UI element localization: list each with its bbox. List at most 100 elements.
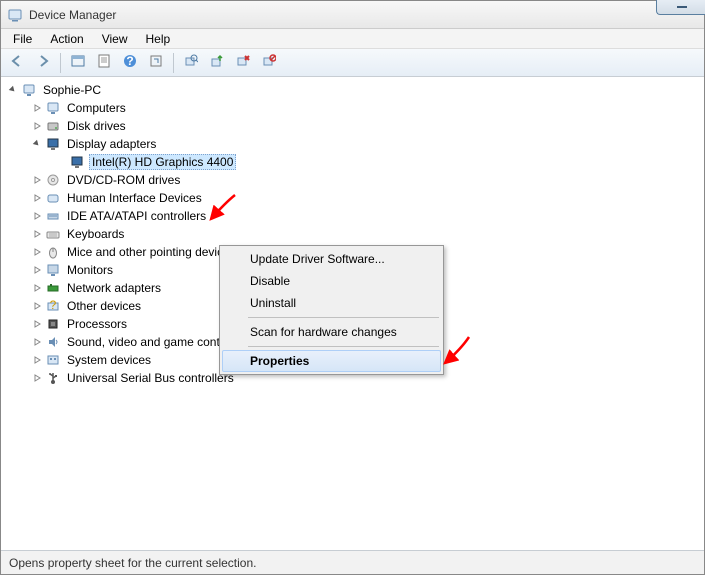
tree-category-ide[interactable]: IDE ATA/ATAPI controllers: [1, 207, 704, 225]
expand-toggle[interactable]: [31, 300, 43, 312]
menu-help[interactable]: Help: [138, 31, 179, 47]
tree-label: Sophie-PC: [41, 83, 103, 97]
mouse-icon: [45, 244, 61, 260]
tree-label: DVD/CD-ROM drives: [65, 173, 182, 187]
context-menu-separator: [248, 317, 439, 318]
forward-icon: [36, 55, 50, 70]
window-control-fragment[interactable]: [656, 0, 705, 15]
expand-toggle: [55, 156, 67, 168]
toolbar-scan-hardware-button[interactable]: [179, 52, 203, 74]
context-menu-item[interactable]: Properties: [222, 350, 441, 372]
tree-label: Network adapters: [65, 281, 163, 295]
computer-icon: [21, 82, 37, 98]
expand-toggle[interactable]: [31, 120, 43, 132]
status-bar: Opens property sheet for the current sel…: [1, 550, 704, 574]
tree-category-hid[interactable]: Human Interface Devices: [1, 189, 704, 207]
toolbar-refresh-button[interactable]: [144, 52, 168, 74]
tree-category-disk[interactable]: Disk drives: [1, 117, 704, 135]
computer-icon: [45, 100, 61, 116]
tree-category-cdrom[interactable]: DVD/CD-ROM drives: [1, 171, 704, 189]
expand-toggle[interactable]: [31, 336, 43, 348]
svg-text:?: ?: [50, 299, 57, 312]
expand-toggle[interactable]: [31, 318, 43, 330]
disk-icon: [45, 118, 61, 134]
menu-view[interactable]: View: [94, 31, 136, 47]
context-menu-item[interactable]: Scan for hardware changes: [222, 321, 441, 343]
expand-toggle[interactable]: [31, 192, 43, 204]
window-title: Device Manager: [29, 8, 116, 22]
menu-action[interactable]: Action: [42, 31, 91, 47]
tree-label: Other devices: [65, 299, 143, 313]
toolbar-disable-button[interactable]: [257, 52, 281, 74]
context-menu-label: Scan for hardware changes: [250, 325, 397, 339]
context-menu-item[interactable]: Disable: [222, 270, 441, 292]
status-text: Opens property sheet for the current sel…: [9, 556, 256, 570]
toolbar-update-driver-button[interactable]: [205, 52, 229, 74]
tree-label: Universal Serial Bus controllers: [65, 371, 236, 385]
cpu-icon: [45, 316, 61, 332]
update-driver-icon: [210, 54, 224, 71]
expand-toggle[interactable]: [31, 372, 43, 384]
ide-icon: [45, 208, 61, 224]
tree-label: Mice and other pointing devices: [65, 245, 238, 259]
context-menu-label: Properties: [250, 354, 309, 368]
device-tree[interactable]: Sophie-PC Computers Disk drives Display ada…: [1, 77, 704, 550]
context-menu-item[interactable]: Uninstall: [222, 292, 441, 314]
tree-label: System devices: [65, 353, 153, 367]
network-icon: [45, 280, 61, 296]
expand-toggle[interactable]: [31, 138, 43, 150]
tree-device-item[interactable]: Intel(R) HD Graphics 4400: [1, 153, 704, 171]
other-icon: ?: [45, 298, 61, 314]
toolbar: ?: [1, 49, 704, 77]
expand-toggle[interactable]: [31, 246, 43, 258]
tree-label: Disk drives: [65, 119, 128, 133]
context-menu-label: Update Driver Software...: [250, 252, 385, 266]
expand-toggle[interactable]: [7, 84, 19, 96]
context-menu-label: Uninstall: [250, 296, 296, 310]
back-icon: [10, 55, 24, 70]
expand-toggle[interactable]: [31, 228, 43, 240]
tree-label: IDE ATA/ATAPI controllers: [65, 209, 208, 223]
tree-category-display[interactable]: Display adapters: [1, 135, 704, 153]
toolbar-show-console-button[interactable]: [66, 52, 90, 74]
menu-file[interactable]: File: [5, 31, 40, 47]
toolbar-help-button[interactable]: ?: [118, 52, 142, 74]
display-icon: [45, 136, 61, 152]
sound-icon: [45, 334, 61, 350]
svg-text:?: ?: [126, 54, 133, 68]
tree-category-computer[interactable]: Computers: [1, 99, 704, 117]
app-icon: [7, 7, 23, 23]
uninstall-icon: [236, 54, 250, 71]
system-icon: [45, 352, 61, 368]
tree-label: Display adapters: [65, 137, 158, 151]
monitor-icon: [45, 262, 61, 278]
cdrom-icon: [45, 172, 61, 188]
toolbar-separator: [173, 53, 174, 73]
toolbar-back-button[interactable]: [5, 52, 29, 74]
usb-icon: [45, 370, 61, 386]
toolbar-separator: [60, 53, 61, 73]
expand-toggle[interactable]: [31, 354, 43, 366]
tree-label: Processors: [65, 317, 129, 331]
context-menu: Update Driver Software... Disable Uninstal…: [219, 245, 444, 375]
hid-icon: [45, 190, 61, 206]
expand-toggle[interactable]: [31, 174, 43, 186]
tree-label: Keyboards: [65, 227, 126, 241]
expand-toggle[interactable]: [31, 210, 43, 222]
context-menu-label: Disable: [250, 274, 290, 288]
tree-label: Human Interface Devices: [65, 191, 204, 205]
toolbar-uninstall-button[interactable]: [231, 52, 255, 74]
scan-hardware-icon: [184, 54, 198, 71]
tree-label: Monitors: [65, 263, 115, 277]
title-bar: Device Manager: [1, 1, 704, 29]
refresh-icon: [149, 54, 163, 71]
expand-toggle[interactable]: [31, 282, 43, 294]
tree-category-keyboard[interactable]: Keyboards: [1, 225, 704, 243]
toolbar-forward-button[interactable]: [31, 52, 55, 74]
toolbar-properties-sheet-button[interactable]: [92, 52, 116, 74]
context-menu-item[interactable]: Update Driver Software...: [222, 248, 441, 270]
tree-root[interactable]: Sophie-PC: [1, 81, 704, 99]
expand-toggle[interactable]: [31, 264, 43, 276]
keyboard-icon: [45, 226, 61, 242]
expand-toggle[interactable]: [31, 102, 43, 114]
